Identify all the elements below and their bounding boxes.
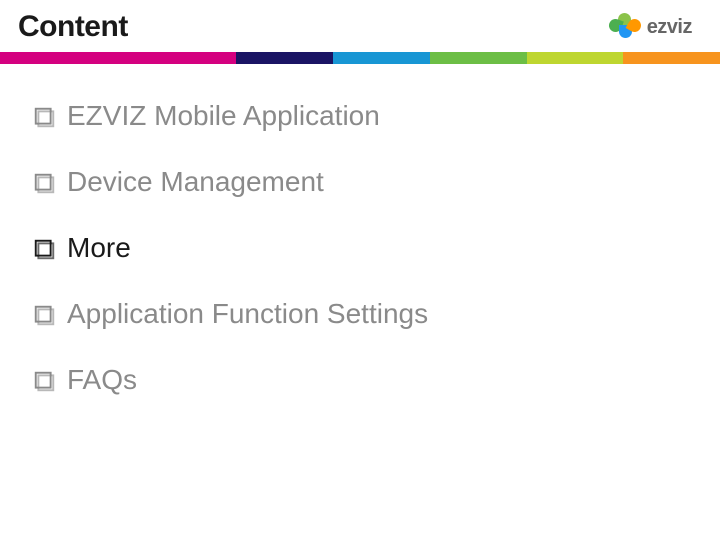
list-item: EZVIZ Mobile Application xyxy=(26,100,702,132)
list-item-label: More xyxy=(67,232,131,264)
list-item: More xyxy=(34,232,702,264)
list-item-label: FAQs xyxy=(67,364,137,396)
page-title: Content xyxy=(18,10,128,44)
list-item-label: EZVIZ Mobile Application xyxy=(67,100,380,132)
list-item: Application Function Settings xyxy=(34,298,702,330)
list-item-label: Application Function Settings xyxy=(67,298,428,330)
color-divider-bar xyxy=(0,52,720,64)
checkbox-icon xyxy=(34,173,55,194)
content-list: EZVIZ Mobile Application Device Manageme… xyxy=(0,64,720,396)
list-item: Device Management xyxy=(34,166,702,198)
list-item-label: Device Management xyxy=(67,166,324,198)
list-item: FAQs xyxy=(34,364,702,396)
brand-logo: ezviz xyxy=(609,13,692,41)
checkbox-icon xyxy=(34,107,55,128)
brand-logo-text: ezviz xyxy=(647,16,692,39)
checkbox-icon xyxy=(34,305,55,326)
checkbox-icon xyxy=(34,371,55,392)
checkbox-icon xyxy=(34,239,55,260)
slide-header: Content ezviz xyxy=(0,0,720,50)
brand-logo-mark xyxy=(609,13,641,41)
